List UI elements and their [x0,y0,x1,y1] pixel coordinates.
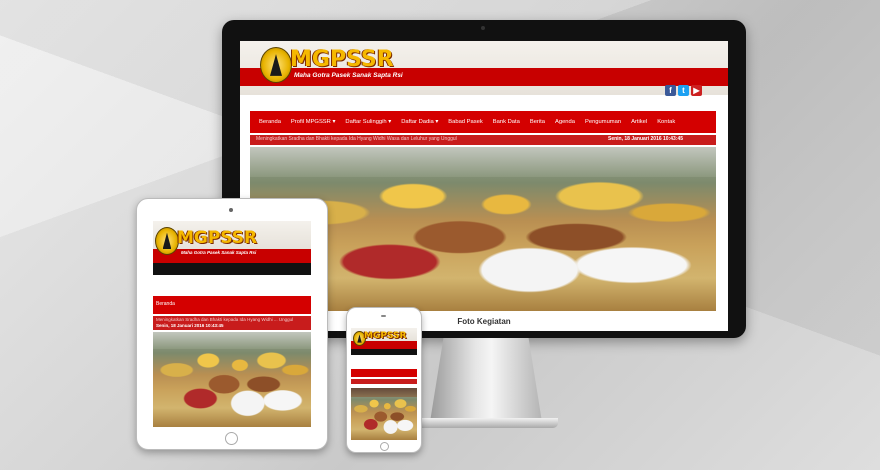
camera-dot [481,26,485,30]
monitor-stand [430,338,542,422]
logo-text[interactable]: MGPSSR [177,228,257,248]
nav-item-pengumuman[interactable]: Pengumuman [580,119,626,125]
youtube-icon[interactable]: ▶ [691,85,702,96]
site-header: MGPSSR Maha Gotra Pasek Sanak Sapta Rsi [240,41,728,95]
main-nav: Beranda Profil MPGSSR ▾ Daftar Sulinggih… [250,111,716,133]
nav-item-beranda[interactable]: Beranda [254,119,286,125]
logo-subtitle: Maha Gotra Pasek Sanak Sapta Rsi [294,72,403,79]
nav-item-dadia[interactable]: Daftar Dadia ▾ [396,119,443,125]
nav-item-kontak[interactable]: Kontak [652,119,680,125]
tablet-screen: MGPSSR Maha Gotra Pasek Sanak Sapta Rsi … [153,221,311,427]
tablet-dark-bar [153,263,311,275]
nav-item-berita[interactable]: Berita [525,119,550,125]
tablet-marquee: Meningkatkan Sradha dan Bhakti kepada Id… [153,316,311,330]
phone-nav[interactable] [351,369,417,377]
nav-item-artikel[interactable]: Artikel [626,119,652,125]
home-button[interactable] [380,442,389,451]
marquee-text: Meningkatkan Sradha dan Bhakti kepada Id… [256,136,457,142]
phone-screen: MGPSSR [351,328,417,440]
camera-dot [229,208,233,212]
facebook-icon[interactable]: f [665,85,676,96]
photo-background [351,388,417,398]
phone-dark-bar [351,349,417,355]
logo-text[interactable]: MGPSSR [364,331,406,341]
logo-subtitle: Maha Gotra Pasek Sanak Sapta Rsi [181,250,257,255]
nav-item-profil[interactable]: Profil MPGSSR ▾ [286,119,340,125]
tablet-device: MGPSSR Maha Gotra Pasek Sanak Sapta Rsi … [136,198,328,450]
photo-background [250,147,716,177]
date-time: Senin, 18 Januari 2016 10:43:45 [156,323,224,328]
slideshow-photo[interactable] [351,388,417,440]
news-marquee: Meningkatkan Sradha dan Bhakti kepada Id… [250,135,716,145]
nav-item-agenda[interactable]: Agenda [550,119,580,125]
logo-emblem-icon[interactable] [155,227,179,255]
phone-device: MGPSSR [346,307,422,453]
photo-background [153,332,311,350]
home-button[interactable] [225,432,238,445]
slideshow-photo[interactable] [153,332,311,427]
twitter-icon[interactable]: t [678,85,689,96]
phone-marquee [351,379,417,384]
nav-item-beranda[interactable]: Beranda [156,301,175,307]
nav-item-babad[interactable]: Babad Pasek [443,119,487,125]
logo-text[interactable]: MGPSSR [290,47,394,72]
logo-emblem-icon[interactable] [260,47,292,83]
monitor-stand-base [414,418,558,428]
speaker-slot [381,315,386,317]
tablet-nav[interactable]: Beranda [153,296,311,314]
nav-item-bank-data[interactable]: Bank Data [488,119,525,125]
date-time: Senin, 18 Januari 2016 10:43:45 [608,136,684,142]
nav-item-sulinggih[interactable]: Daftar Sulinggih ▾ [340,119,396,125]
